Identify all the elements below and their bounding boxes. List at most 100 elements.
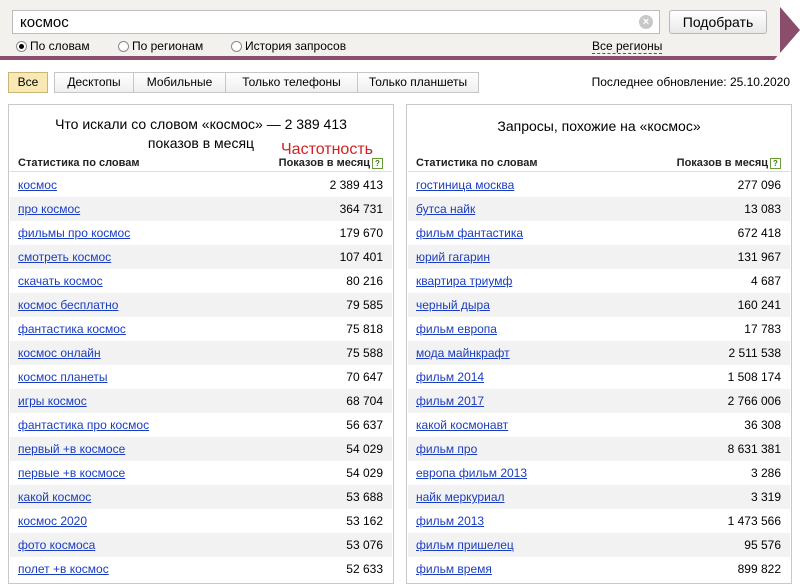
keyword-table: космос 2 389 413 про космос 364 731 фильмы п… xyxy=(10,173,392,581)
keyword-link[interactable]: фильм пришелец xyxy=(416,538,514,552)
table-row: фильм 2013 1 473 566 xyxy=(408,509,790,533)
mode-radio-history[interactable]: История запросов xyxy=(231,39,346,53)
keyword-link[interactable]: какой космонавт xyxy=(416,418,508,432)
keyword-link[interactable]: первые +в космосе xyxy=(18,466,125,480)
table-row: фильм пришелец 95 576 xyxy=(408,533,790,557)
keyword-link[interactable]: фильм европа xyxy=(416,322,497,336)
keyword-link[interactable]: космос xyxy=(18,178,57,192)
table-row: про космос 364 731 xyxy=(10,197,392,221)
table-row: космос планеты 70 647 xyxy=(10,365,392,389)
impressions-count: 672 418 xyxy=(737,226,781,240)
keyword-link[interactable]: квартира триумф xyxy=(416,274,512,288)
keyword-link[interactable]: первый +в космосе xyxy=(18,442,125,456)
keyword-link[interactable]: фильм время xyxy=(416,562,492,576)
impressions-count: 4 687 xyxy=(750,274,781,288)
impressions-count: 53 076 xyxy=(346,538,383,552)
table-row: квартира триумф 4 687 xyxy=(408,269,790,293)
impressions-count: 3 319 xyxy=(750,490,781,504)
keyword-link[interactable]: европа фильм 2013 xyxy=(416,466,527,480)
keyword-link[interactable]: фильм 2014 xyxy=(416,370,484,384)
impressions-count: 160 241 xyxy=(737,298,781,312)
column-header-impressions-label: Показов в месяц xyxy=(676,157,768,169)
tab-phones-only[interactable]: Только телефоны xyxy=(225,72,358,93)
table-row: фантастика про космос 56 637 xyxy=(10,413,392,437)
keyword-link[interactable]: космос онлайн xyxy=(18,346,101,360)
keyword-link[interactable]: фильм 2013 xyxy=(416,514,484,528)
keyword-link[interactable]: мода майнкрафт xyxy=(416,346,510,360)
search-button[interactable]: Подобрать xyxy=(669,10,767,34)
tab-all[interactable]: Все xyxy=(8,72,48,93)
impressions-count: 277 096 xyxy=(737,178,781,192)
impressions-count: 54 029 xyxy=(346,442,383,456)
keyword-link[interactable]: фильм 2017 xyxy=(416,394,484,408)
mode-label: По регионам xyxy=(132,39,204,53)
keyword-link[interactable]: фильмы про космос xyxy=(18,226,130,240)
impressions-count: 70 647 xyxy=(346,370,383,384)
radio-icon[interactable] xyxy=(231,41,242,52)
panel-title-line1: Что искали со словом «космос» — 2 389 41… xyxy=(55,116,347,132)
impressions-count: 3 286 xyxy=(750,466,781,480)
help-icon[interactable]: ? xyxy=(770,158,781,169)
impressions-count: 364 731 xyxy=(339,202,383,216)
keyword-link[interactable]: фильм фантастика xyxy=(416,226,523,240)
keyword-link[interactable]: найк меркуриал xyxy=(416,490,505,504)
clear-icon[interactable]: × xyxy=(639,15,653,29)
search-query-text[interactable]: космос xyxy=(20,14,69,31)
panel-similar-queries: Запросы, похожие на «космос» Статистика … xyxy=(406,104,792,584)
impressions-count: 95 576 xyxy=(744,538,781,552)
tab-mobile[interactable]: Мобильные xyxy=(133,72,226,93)
table-row: игры космос 68 704 xyxy=(10,389,392,413)
tab-tablets-only[interactable]: Только планшеты xyxy=(357,72,479,93)
table-row: смотреть космос 107 401 xyxy=(10,245,392,269)
mode-label: По словам xyxy=(30,39,90,53)
impressions-count: 36 308 xyxy=(744,418,781,432)
table-row: найк меркуриал 3 319 xyxy=(408,485,790,509)
table-row: фильм время 899 822 xyxy=(408,557,790,581)
tab-desktops[interactable]: Десктопы xyxy=(54,72,134,93)
keyword-link[interactable]: бутса найк xyxy=(416,202,475,216)
table-row: первые +в космосе 54 029 xyxy=(10,461,392,485)
impressions-count: 1 508 174 xyxy=(727,370,781,384)
table-row: первый +в космосе 54 029 xyxy=(10,437,392,461)
table-row: гостиница москва 277 096 xyxy=(408,173,790,197)
table-row: скачать космос 80 216 xyxy=(10,269,392,293)
keyword-link[interactable]: юрий гагарин xyxy=(416,250,490,264)
keyword-link[interactable]: про космос xyxy=(18,202,80,216)
keyword-link[interactable]: космос планеты xyxy=(18,370,108,384)
column-header-impressions-label: Показов в месяц xyxy=(278,157,370,169)
header-divider xyxy=(10,171,392,172)
keyword-link[interactable]: черный дыра xyxy=(416,298,490,312)
radio-selected-icon[interactable] xyxy=(16,41,27,52)
table-row: полет +в космос 52 633 xyxy=(10,557,392,581)
keyword-link[interactable]: фантастика про космос xyxy=(18,418,149,432)
keyword-link[interactable]: фото космоса xyxy=(18,538,95,552)
table-row: какой космос 53 688 xyxy=(10,485,392,509)
keyword-link[interactable]: полет +в космос xyxy=(18,562,109,576)
keyword-link[interactable]: космос 2020 xyxy=(18,514,87,528)
keyword-link[interactable]: космос бесплатно xyxy=(18,298,118,312)
keyword-link[interactable]: какой космос xyxy=(18,490,91,504)
help-icon[interactable]: ? xyxy=(372,158,383,169)
table-row: фильм про 8 631 381 xyxy=(408,437,790,461)
table-row: юрий гагарин 131 967 xyxy=(408,245,790,269)
impressions-count: 54 029 xyxy=(346,466,383,480)
impressions-count: 75 818 xyxy=(346,322,383,336)
impressions-count: 75 588 xyxy=(346,346,383,360)
radio-icon[interactable] xyxy=(118,41,129,52)
keyword-link[interactable]: игры космос xyxy=(18,394,87,408)
table-row: космос бесплатно 79 585 xyxy=(10,293,392,317)
search-input[interactable]: космос × xyxy=(12,10,660,34)
all-regions-link[interactable]: Все регионы xyxy=(592,39,663,54)
mode-radio-regions[interactable]: По регионам xyxy=(118,39,203,53)
impressions-count: 53 688 xyxy=(346,490,383,504)
impressions-count: 80 216 xyxy=(346,274,383,288)
impressions-count: 2 511 538 xyxy=(728,346,782,360)
keyword-link[interactable]: смотреть космос xyxy=(18,250,111,264)
keyword-link[interactable]: скачать космос xyxy=(18,274,103,288)
impressions-count: 179 670 xyxy=(339,226,383,240)
keyword-link[interactable]: фантастика космос xyxy=(18,322,126,336)
keyword-link[interactable]: гостиница москва xyxy=(416,178,514,192)
keyword-link[interactable]: фильм про xyxy=(416,442,477,456)
mode-radio-words[interactable]: По словам xyxy=(16,39,90,53)
table-row: космос онлайн 75 588 xyxy=(10,341,392,365)
